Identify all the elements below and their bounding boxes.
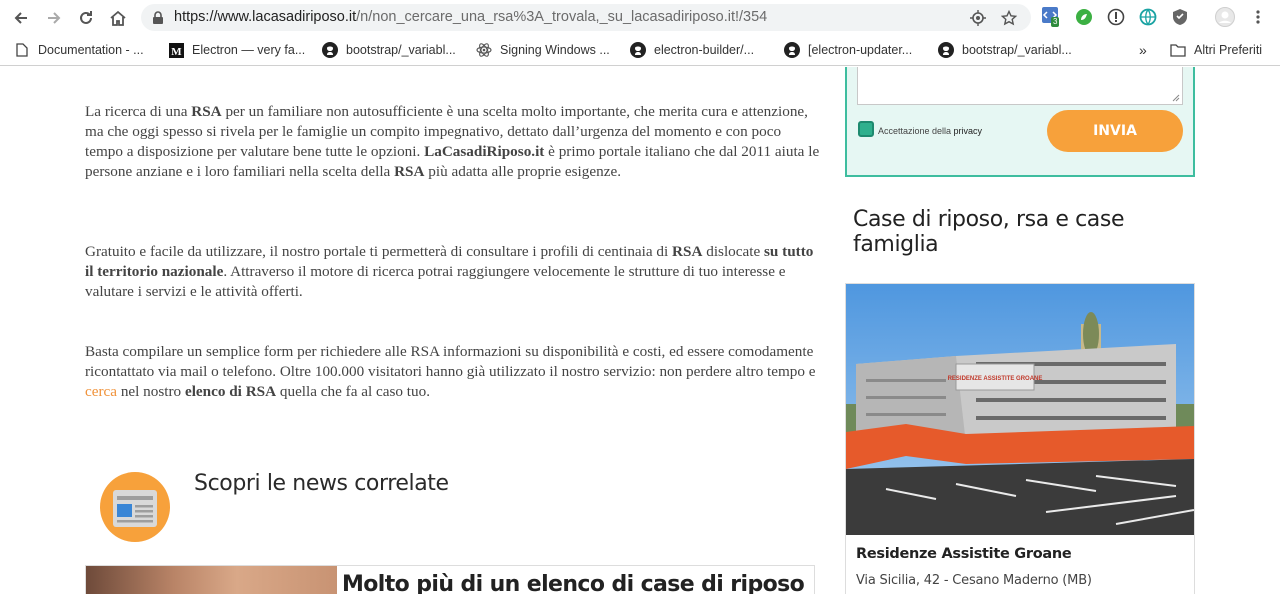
extension-green[interactable]: [1074, 7, 1094, 27]
related-news-card[interactable]: Molto più di un elenco di case di riposo: [85, 565, 815, 594]
bold-text: LaCasadiRiposo.it: [424, 143, 545, 160]
avatar-icon: [1215, 7, 1235, 27]
extension-shield[interactable]: [1170, 7, 1190, 27]
profile-button[interactable]: [1215, 7, 1235, 27]
news-card-title[interactable]: Molto più di un elenco di case di riposo: [342, 572, 805, 594]
location-button[interactable]: [969, 9, 987, 27]
bookmark-label: electron-builder/...: [654, 43, 755, 57]
address-bar[interactable]: https://www.lacasadiriposo.it/n/non_cerc…: [141, 4, 1031, 31]
arrow-left-icon: [14, 12, 27, 24]
news-thumbnail[interactable]: [86, 566, 337, 594]
message-textarea[interactable]: [857, 67, 1183, 105]
bookmark-label: [electron-updater...: [808, 43, 913, 57]
bold-text: RSA: [191, 103, 222, 120]
article-paragraph: La ricerca di una RSA per un familiare n…: [85, 103, 820, 180]
extension-badge: 3: [1051, 17, 1060, 27]
home-icon: [110, 10, 126, 26]
page-content: La ricerca di una RSA per un familiare n…: [0, 67, 1280, 594]
building-illustration: RESIDENZE ASSISTITE GROANE: [846, 284, 1194, 535]
browser-toolbar: https://www.lacasadiriposo.it/n/non_cerc…: [0, 0, 1280, 35]
send-button[interactable]: INVIA: [1047, 110, 1183, 152]
privacy-label: Accettazione della privacy: [878, 126, 982, 136]
arrow-right-icon: [48, 12, 61, 24]
shield-extension-icon: [1173, 9, 1187, 25]
lock-icon: [153, 11, 163, 24]
residence-address: Via Sicilia, 42 - Cesano Maderno (MB): [856, 573, 1092, 588]
url-path: /n/non_cercare_una_rsa%3A_trovala,_su_la…: [356, 9, 768, 25]
info-icon: [1107, 8, 1125, 26]
bookmarks-bar: Documentation - ... M Electron — very fa…: [0, 35, 1280, 66]
search-link[interactable]: cerca: [85, 383, 117, 400]
github-icon: [322, 42, 338, 58]
bold-text: su tutto il territorio nazionale: [85, 243, 814, 280]
bookmark-item[interactable]: M Electron — very fa...: [168, 41, 305, 59]
bookmark-star-button[interactable]: [1000, 9, 1018, 27]
bookmark-item[interactable]: bootstrap/_variabl...: [938, 41, 1072, 59]
related-news-heading: Scopri le news correlate: [194, 471, 449, 496]
bookmark-item[interactable]: Signing Windows ...: [476, 41, 610, 59]
contact-form: Accettazione della privacy INVIA: [845, 67, 1195, 177]
kebab-menu-icon: [1256, 10, 1260, 24]
article-paragraph: Basta compilare un semplice form per ric…: [85, 343, 816, 400]
bookmark-item[interactable]: bootstrap/_variabl...: [322, 41, 456, 59]
document-icon: [14, 42, 30, 58]
other-bookmarks-folder[interactable]: Altri Preferiti: [1170, 41, 1262, 59]
svg-text:M: M: [171, 46, 182, 58]
folder-icon: [1170, 42, 1186, 58]
home-button[interactable]: [106, 6, 130, 30]
bold-text: RSA: [672, 243, 703, 260]
github-icon: [938, 42, 954, 58]
extension-code[interactable]: 3: [1042, 7, 1062, 27]
bookmark-label: Electron — very fa...: [192, 43, 306, 57]
bookmark-item[interactable]: [electron-updater...: [784, 41, 912, 59]
bookmark-item[interactable]: electron-builder/...: [630, 41, 754, 59]
extension-teal[interactable]: [1138, 7, 1158, 27]
bookmark-label: Signing Windows ...: [500, 43, 610, 57]
leaf-extension-icon: [1076, 9, 1092, 25]
bold-text: RSA: [394, 163, 425, 180]
electron-icon: [476, 42, 492, 58]
globe-extension-icon: [1139, 8, 1157, 26]
news-icon: [100, 472, 170, 542]
bookmark-label: bootstrap/_variabl...: [346, 43, 456, 57]
sidebar-heading: Case di riposo, rsa e case famiglia: [853, 207, 1125, 257]
reload-button[interactable]: [74, 6, 98, 30]
medium-icon: M: [168, 42, 184, 58]
residence-card[interactable]: RESIDENZE ASSISTITE GROANE Residenze Ass…: [845, 283, 1195, 594]
star-icon: [1001, 10, 1017, 26]
forward-button[interactable]: [42, 6, 66, 30]
residence-photo[interactable]: RESIDENZE ASSISTITE GROANE: [846, 284, 1194, 535]
url-host: https://www.lacasadiriposo.it: [174, 9, 357, 25]
back-button[interactable]: [9, 6, 33, 30]
more-bookmarks-button[interactable]: »: [1139, 41, 1147, 59]
github-icon: [630, 42, 646, 58]
bold-text: elenco di RSA: [184, 383, 277, 400]
url-text: https://www.lacasadiriposo.it/n/non_cerc…: [174, 9, 767, 25]
bookmark-label: Documentation - ...: [38, 43, 144, 57]
article-paragraph: Gratuito e facile da utilizzare, il nost…: [85, 243, 814, 300]
resize-handle-icon[interactable]: [1172, 94, 1180, 102]
extension-info[interactable]: [1106, 7, 1126, 27]
bookmark-item[interactable]: Documentation - ...: [14, 41, 144, 59]
building-sign: RESIDENZE ASSISTITE GROANE: [948, 376, 1043, 382]
other-bookmarks-label: Altri Preferiti: [1194, 43, 1263, 57]
github-icon: [784, 42, 800, 58]
residence-name[interactable]: Residenze Assistite Groane: [856, 546, 1072, 562]
menu-button[interactable]: [1248, 7, 1268, 27]
reload-icon: [80, 11, 92, 24]
privacy-link[interactable]: privacy: [954, 126, 983, 136]
target-icon: [970, 10, 986, 26]
privacy-checkbox[interactable]: [858, 121, 874, 137]
bookmark-label: bootstrap/_variabl...: [962, 43, 1072, 57]
privacy-prefix: Accettazione della: [878, 126, 954, 136]
